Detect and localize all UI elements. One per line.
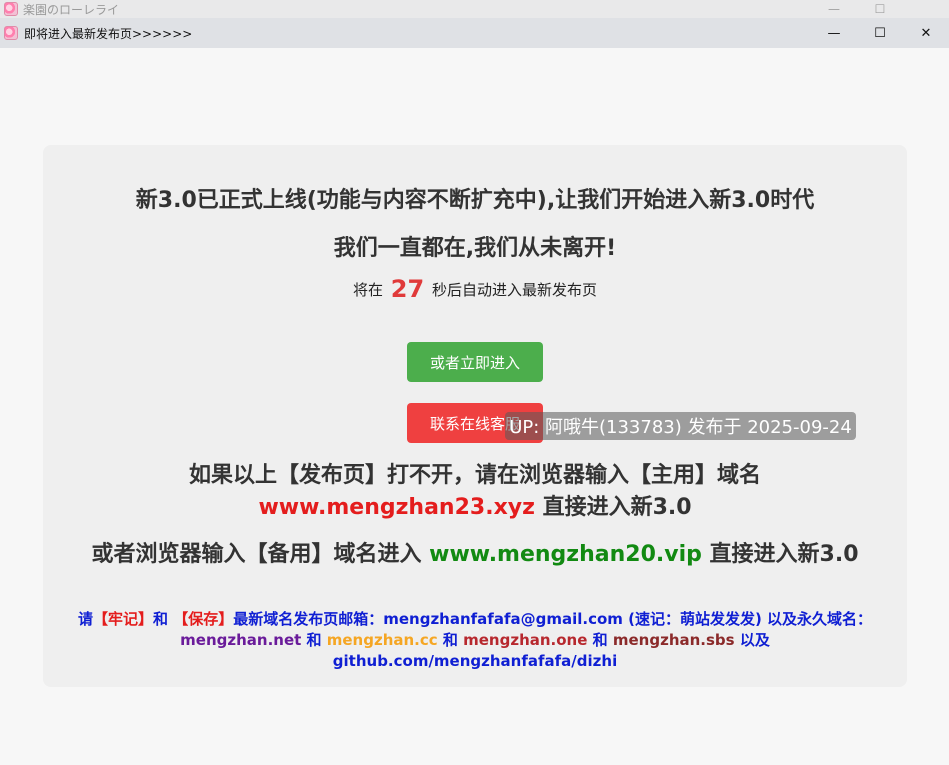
backup-domain-text: 或者浏览器输入【备用】域名进入 [91, 542, 430, 567]
backup-domain-link[interactable]: www.mengzhan20.vip [429, 542, 702, 567]
app-icon [4, 2, 18, 16]
close-icon[interactable]: ✕ [903, 18, 949, 48]
footer-domain-one[interactable]: mengzhan.one [463, 631, 587, 649]
minimize-icon[interactable]: — [811, 0, 857, 18]
uploader-badge: UP: 阿哦牛(133783) 发布于 2025-09-24 [505, 412, 856, 440]
footer-notice: 请【牢记】和 【保存】最新域名发布页邮箱：mengzhanfafafa@gmai… [73, 609, 877, 672]
footer-and1: 和 [301, 631, 327, 649]
backup-domain-block: 或者浏览器输入【备用】域名进入 www.mengzhan20.vip 直接进入新… [73, 539, 877, 571]
countdown-seconds: 27 [390, 275, 425, 303]
primary-domain-suffix: 直接进入新3.0 [534, 495, 692, 520]
inner-window-title: 即将进入最新发布页>>>>>> [24, 26, 193, 41]
primary-domain-link[interactable]: www.mengzhan23.xyz [258, 495, 534, 520]
countdown-prefix: 将在 [353, 281, 384, 299]
page-icon [4, 26, 18, 40]
footer-domain-net[interactable]: mengzhan.net [180, 631, 301, 649]
maximize-icon[interactable]: ☐ [857, 0, 903, 18]
footer-and2: 和 [437, 631, 464, 649]
footer-save: 【保存】 [173, 610, 234, 628]
headline-together: 我们一直都在,我们从未离开! [333, 236, 617, 261]
inner-window-controls: — ☐ ✕ [811, 18, 949, 48]
close-icon[interactable] [903, 0, 949, 18]
footer-and3: 和 [587, 631, 613, 649]
footer-domain-cc[interactable]: mengzhan.cc [327, 631, 438, 649]
primary-domain-block: 如果以上【发布页】打不开，请在浏览器输入【主用】域名 www.mengzhan2… [73, 460, 877, 524]
maximize-icon[interactable]: ☐ [857, 18, 903, 48]
announcement-card: 新3.0已正式上线(功能与内容不断扩充中),让我们开始进入新3.0时代 我们一直… [43, 145, 907, 687]
inner-titlebar: 即将进入最新发布页>>>>>> — ☐ ✕ [0, 18, 949, 48]
countdown-suffix: 秒后自动进入最新发布页 [431, 281, 597, 299]
footer-part1: 请 [77, 610, 93, 628]
footer-domain-sbs[interactable]: mengzhan.sbs [613, 631, 735, 649]
footer-part3: 最新域名发布页邮箱：mengzhanfafafa@gmail.com (速记：萌… [233, 610, 873, 628]
outer-titlebar: 楽園のローレライ — ☐ [0, 0, 949, 19]
footer-part2: 和 [152, 610, 174, 628]
headline-launch: 新3.0已正式上线(功能与内容不断扩充中),让我们开始进入新3.0时代 [135, 188, 815, 213]
minimize-icon[interactable]: — [811, 18, 857, 48]
footer-remember: 【牢记】 [92, 610, 153, 628]
countdown-text: 将在 27 秒后自动进入最新发布页 [43, 275, 907, 303]
outer-window-title: 楽園のローレライ [23, 2, 120, 17]
enter-now-button[interactable]: 或者立即进入 [407, 342, 543, 382]
primary-domain-text: 如果以上【发布页】打不开，请在浏览器输入【主用】域名 [188, 463, 761, 488]
backup-domain-suffix: 直接进入新3.0 [701, 542, 859, 567]
outer-window-controls: — ☐ [811, 0, 949, 18]
